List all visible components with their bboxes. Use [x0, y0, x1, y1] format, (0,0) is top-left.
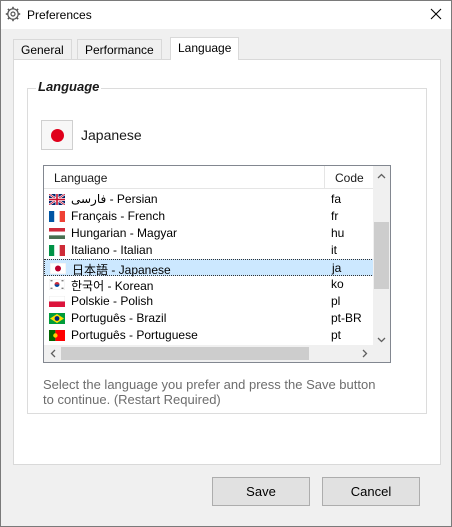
kr-flag-icon — [49, 279, 65, 290]
chevron-left-icon — [50, 347, 56, 361]
language-code: fr — [331, 209, 339, 223]
language-name: Hungarian - Magyar — [71, 226, 178, 240]
preferences-window: Preferences General Performance Language… — [0, 0, 452, 527]
list-item[interactable]: Italiano - Italian it — [44, 242, 390, 259]
it-flag-icon — [49, 245, 65, 256]
list-item[interactable]: Português - Portuguese pt — [44, 327, 390, 344]
horizontal-scroll-thumb[interactable] — [61, 347, 309, 360]
cancel-button[interactable]: Cancel — [322, 477, 420, 506]
selected-language-name: Japanese — [81, 127, 142, 143]
list-header: Language Code — [44, 166, 390, 189]
tab-performance[interactable]: Performance — [77, 39, 162, 59]
language-name: Polskie - Polish — [71, 294, 154, 308]
help-text: Select the language you prefer and press… — [43, 377, 376, 407]
scroll-up-button[interactable] — [373, 166, 390, 183]
gear-icon — [5, 6, 21, 22]
jp-flag-icon — [50, 263, 66, 274]
language-code: fa — [331, 192, 342, 206]
selected-flag-button[interactable] — [41, 120, 73, 150]
window-title: Preferences — [27, 8, 92, 22]
scroll-left-button[interactable] — [44, 345, 61, 362]
pt-flag-icon — [49, 330, 65, 341]
chevron-right-icon — [362, 347, 368, 361]
selected-language: Japanese — [41, 120, 142, 150]
tab-language[interactable]: Language — [170, 37, 240, 60]
vertical-scrollbar[interactable] — [373, 166, 390, 347]
save-button[interactable]: Save — [212, 477, 310, 506]
language-name: 한국어 - Korean — [71, 279, 154, 293]
title-bar: Preferences — [1, 1, 451, 29]
language-groupbox: Language Japanese Language Code فارسی - … — [27, 79, 427, 414]
list-item[interactable]: Français - French fr — [44, 208, 390, 225]
chevron-up-icon — [377, 168, 386, 182]
pl-flag-icon — [49, 296, 65, 307]
list-body: فارسی - Persian fa Français - French fr … — [44, 190, 390, 348]
list-item[interactable]: Português - Brazil pt-BR — [44, 310, 390, 327]
language-code: ko — [331, 277, 344, 291]
language-name: Português - Brazil — [71, 311, 167, 325]
language-tab-panel: Language Japanese Language Code فارسی - … — [13, 59, 441, 465]
hu-flag-icon — [49, 228, 65, 239]
br-flag-icon — [49, 313, 65, 324]
language-name: Italiano - Italian — [71, 243, 153, 257]
uk-flag-icon — [49, 194, 65, 205]
jp-flag-icon — [50, 128, 64, 142]
scrollbar-corner — [373, 345, 390, 362]
tab-general[interactable]: General — [13, 39, 72, 59]
column-header-code[interactable]: Code — [325, 166, 373, 189]
vertical-scroll-thumb[interactable] — [374, 222, 389, 289]
scroll-right-button[interactable] — [356, 345, 373, 362]
list-item[interactable]: Polskie - Polish pl — [44, 293, 390, 310]
language-name: Français - French — [71, 209, 166, 223]
language-code: pt — [331, 328, 342, 342]
fr-flag-icon — [49, 211, 65, 222]
list-item[interactable]: 한국어 - Korean ko — [44, 276, 390, 293]
close-button[interactable] — [421, 1, 451, 29]
language-list[interactable]: Language Code فارسی - Persian fa Françai… — [43, 165, 391, 363]
group-title: Language — [36, 79, 102, 94]
list-item-selected[interactable]: 日本語 - Japanese ja — [44, 259, 390, 277]
language-code: pt-BR — [331, 311, 362, 325]
language-code: pl — [331, 294, 341, 308]
horizontal-scrollbar[interactable] — [44, 345, 390, 362]
language-code: hu — [331, 226, 345, 240]
language-name: فارسی - Persian — [71, 192, 158, 206]
language-code: ja — [332, 261, 342, 275]
list-item[interactable]: فارسی - Persian fa — [44, 191, 390, 208]
list-item[interactable]: Hungarian - Magyar hu — [44, 225, 390, 242]
column-header-language[interactable]: Language — [44, 166, 325, 189]
chevron-down-icon — [377, 332, 386, 346]
language-name: Português - Portuguese — [71, 328, 198, 342]
close-icon — [430, 8, 442, 23]
language-code: it — [331, 243, 337, 257]
